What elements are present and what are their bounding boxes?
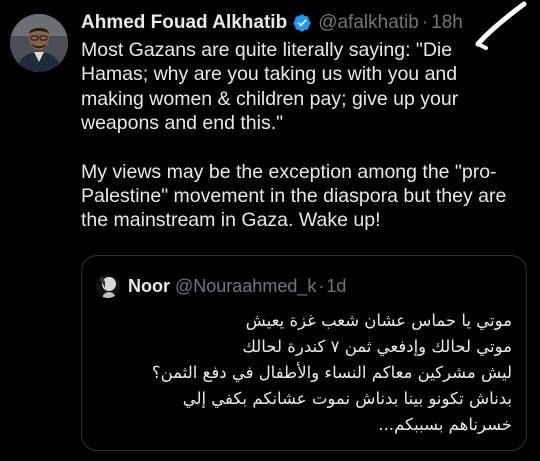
- tweet: Ahmed Fouad Alkhatib @afalkhatib · 18h M…: [0, 0, 540, 461]
- quote-line: موتي يا حماس عشان شعب غزة يعيش: [245, 311, 512, 330]
- display-name[interactable]: Ahmed Fouad Alkhatib: [81, 12, 287, 34]
- quote-line: خسرناهم بسببكم...: [378, 415, 512, 434]
- tweet-paragraph: My views may be the exception among the …: [81, 160, 507, 232]
- verified-badge-icon: [292, 13, 312, 33]
- quote-line: موتي لحالك وإدفعي ثمن ٧ كندرة لحالك: [242, 337, 512, 356]
- quote-avatar-image: [96, 274, 120, 298]
- quote-display-name[interactable]: Noor: [128, 276, 170, 297]
- tweet-text: Most Gazans are quite literally saying: …: [81, 38, 529, 233]
- separator-dot: ·: [421, 12, 429, 33]
- tweet-paragraph: Most Gazans are quite literally saying: …: [81, 39, 459, 135]
- quote-avatar[interactable]: [96, 274, 120, 298]
- quote-tweet-card[interactable]: Noor @Nouraahmed_k · 1d موتي يا حماس عشا…: [81, 255, 527, 451]
- quote-separator-dot: ·: [318, 275, 325, 296]
- quote-timestamp[interactable]: 1d: [326, 276, 346, 297]
- handle[interactable]: @afalkhatib: [318, 12, 419, 34]
- tweet-header: Ahmed Fouad Alkhatib @afalkhatib · 18h: [81, 10, 463, 36]
- quote-handle[interactable]: @Nouraahmed_k: [175, 276, 316, 297]
- avatar[interactable]: [10, 14, 68, 72]
- quote-line: ليش مشركين معاكم النساء والأطفال في دفع …: [151, 363, 512, 382]
- avatar-image: [10, 14, 68, 72]
- quote-line: بدناش تكونو بينا بدناش نموت عشانكم بكفي …: [182, 389, 512, 408]
- quote-text: موتي يا حماس عشان شعب غزة يعيش موتي لحال…: [92, 308, 512, 438]
- quote-header: Noor @Nouraahmed_k · 1d: [96, 274, 346, 298]
- timestamp[interactable]: 18h: [431, 12, 463, 34]
